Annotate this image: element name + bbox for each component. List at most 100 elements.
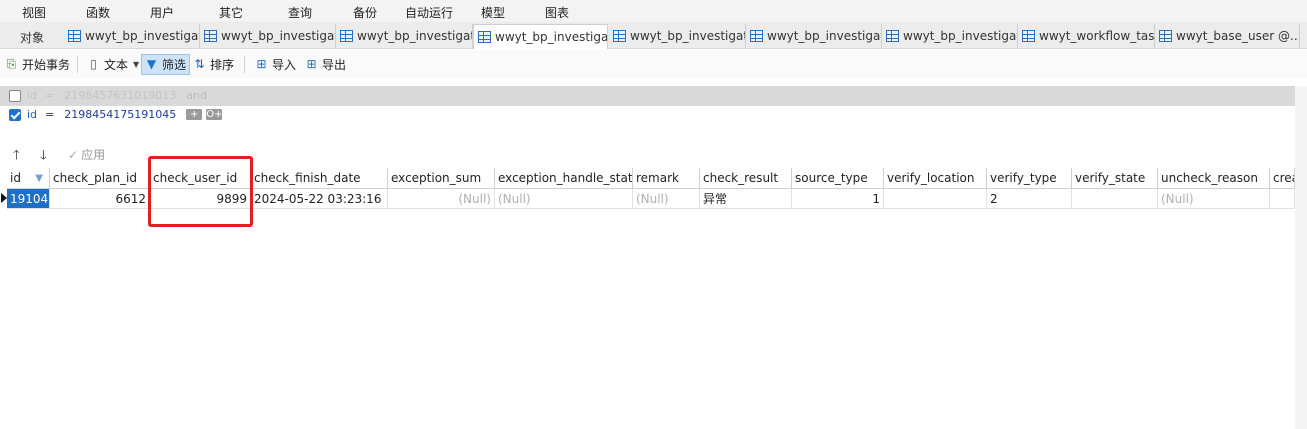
begin-transaction-button[interactable]: ⎘ 开始事务 (2, 54, 73, 75)
vertical-scrollbar[interactable] (1295, 86, 1307, 429)
table-cell[interactable]: (Null) (633, 189, 700, 209)
toolbar-divider (244, 56, 245, 73)
column-header[interactable]: source_type (792, 168, 884, 189)
text-view-button[interactable]: ▯ 文本 ▼ (84, 54, 142, 75)
menu-bar: 视图 函数 用户 其它 查询 备份 自动运行 模型 图表 (0, 0, 1307, 22)
menu-query[interactable]: 查询 (288, 4, 312, 21)
filter-conjunction[interactable]: and (186, 89, 207, 102)
filter-field[interactable]: id (27, 108, 37, 121)
column-header[interactable]: uncheck_reason (1158, 168, 1270, 189)
tab-table[interactable]: wwyt_bp_investigat... (64, 24, 200, 48)
funnel-icon: ▼ (146, 57, 157, 71)
export-icon: ⊞ (306, 57, 317, 71)
tab-label: wwyt_bp_investigat... (357, 29, 472, 43)
filter-value[interactable]: 2198454175191045 (64, 108, 176, 121)
filter-row: id = 2198454175191045 + O+ (9, 108, 226, 121)
table-cell[interactable]: 异常 (700, 189, 792, 209)
menu-user[interactable]: 用户 (150, 4, 174, 21)
add-filter-button[interactable]: + (186, 109, 203, 120)
column-header-id[interactable]: id ▼ (7, 168, 50, 189)
table-icon (204, 30, 217, 42)
filter-value[interactable]: 2198457631019013 (64, 89, 176, 102)
column-header[interactable]: verify_state (1072, 168, 1158, 189)
sort-button[interactable]: ⇅ 排序 (190, 54, 237, 75)
filter-field[interactable]: id (27, 89, 37, 102)
export-button[interactable]: ⊞ 导出 (302, 54, 349, 75)
table-cell[interactable]: 2024-05-22 03:23:16 (251, 189, 388, 209)
filter-operator[interactable]: = (45, 108, 54, 121)
table-icon (340, 30, 353, 42)
tab-table[interactable]: wwyt_base_user @... (1155, 24, 1300, 48)
export-label: 导出 (322, 58, 347, 72)
table-cell[interactable] (884, 189, 987, 209)
toolbar: ⎘ 开始事务 ▯ 文本 ▼ ▼ 筛选 ⇅ 排序 ⊞ 导入 ⊞ 导出 (0, 50, 1307, 78)
tab-table[interactable]: wwyt_bp_investigat... (609, 24, 746, 48)
text-view-label: 文本 (104, 58, 129, 72)
table-icon (886, 30, 899, 42)
filter-checkbox[interactable] (9, 89, 21, 102)
menu-automation[interactable]: 自动运行 (405, 4, 453, 21)
table-cell[interactable]: (Null) (1158, 189, 1270, 209)
toolbar-divider (77, 56, 78, 73)
tab-label: wwyt_bp_investigat... (630, 29, 745, 43)
table-cell[interactable]: (Null) (388, 189, 495, 209)
table-cell[interactable]: 2 (987, 189, 1072, 209)
table-cell[interactable]: 1 (792, 189, 884, 209)
column-header[interactable]: exception_handle_status (495, 168, 633, 189)
menu-function[interactable]: 函数 (86, 4, 110, 21)
column-header[interactable]: verify_type (987, 168, 1072, 189)
import-icon: ⊞ (256, 57, 267, 71)
menu-backup[interactable]: 备份 (353, 4, 377, 21)
table-icon (478, 31, 491, 43)
table-cell[interactable]: 6612 (50, 189, 150, 209)
filter-checkbox[interactable] (9, 108, 21, 121)
tab-table[interactable]: wwyt_bp_investigat... (746, 24, 882, 48)
tab-table-active[interactable]: wwyt_bp_investigat... (473, 24, 608, 49)
sort-label: 排序 (210, 58, 235, 72)
apply-button[interactable]: ✓ 应用 (68, 146, 105, 163)
filter-button[interactable]: ▼ 筛选 (141, 54, 191, 75)
column-header[interactable]: exception_sum (388, 168, 495, 189)
arrow-down-icon[interactable]: 🡓 (40, 146, 47, 168)
column-header[interactable]: verify_location (884, 168, 987, 189)
table-icon (68, 30, 81, 42)
table-cell[interactable]: (Null) (495, 189, 633, 209)
begin-transaction-label: 开始事务 (22, 58, 71, 72)
menu-chart[interactable]: 图表 (545, 4, 569, 21)
highlight-annotation-box (148, 156, 253, 227)
tab-label: wwyt_base_user @... (1176, 29, 1300, 43)
menu-other[interactable]: 其它 (219, 4, 243, 21)
table-icon (1022, 30, 1035, 42)
chevron-down-icon: ▼ (133, 60, 140, 69)
table-icon (750, 30, 763, 42)
tab-label: wwyt_workflow_tas... (1039, 29, 1155, 43)
tab-label: wwyt_bp_investigat... (903, 29, 1017, 43)
column-header[interactable]: crea (1270, 168, 1295, 189)
table-cell[interactable] (1072, 189, 1158, 209)
tab-table[interactable]: wwyt_bp_investigat... (336, 24, 473, 48)
column-header[interactable]: check_finish_date (251, 168, 388, 189)
menu-model[interactable]: 模型 (481, 4, 505, 21)
column-header[interactable]: check_plan_id (50, 168, 150, 189)
tab-table[interactable]: wwyt_bp_investigat... (882, 24, 1018, 48)
tab-objects[interactable]: 对象 (20, 29, 44, 46)
apply-label: 应用 (81, 148, 106, 162)
funnel-icon: ▼ (35, 173, 43, 184)
menu-view[interactable]: 视图 (22, 4, 46, 21)
check-icon: ✓ (68, 148, 79, 162)
tab-table[interactable]: wwyt_workflow_tas... (1018, 24, 1155, 48)
transaction-icon: ⎘ (6, 57, 17, 71)
table-cell[interactable]: 191045 (7, 189, 50, 209)
tab-label: wwyt_bp_investigat... (85, 29, 199, 43)
column-header[interactable]: remark (633, 168, 700, 189)
document-icon: ▯ (90, 57, 97, 71)
arrow-up-icon[interactable]: 🡑 (13, 146, 20, 168)
tab-table[interactable]: wwyt_bp_investigat... (200, 24, 336, 48)
import-button[interactable]: ⊞ 导入 (252, 54, 299, 75)
column-header[interactable]: check_result (700, 168, 792, 189)
table-icon (1159, 30, 1172, 42)
filter-row: id = 2198457631019013 and (9, 89, 207, 102)
filter-param-button[interactable]: O+ (206, 109, 223, 120)
table-cell[interactable] (1270, 189, 1295, 209)
filter-operator[interactable]: = (45, 89, 54, 102)
